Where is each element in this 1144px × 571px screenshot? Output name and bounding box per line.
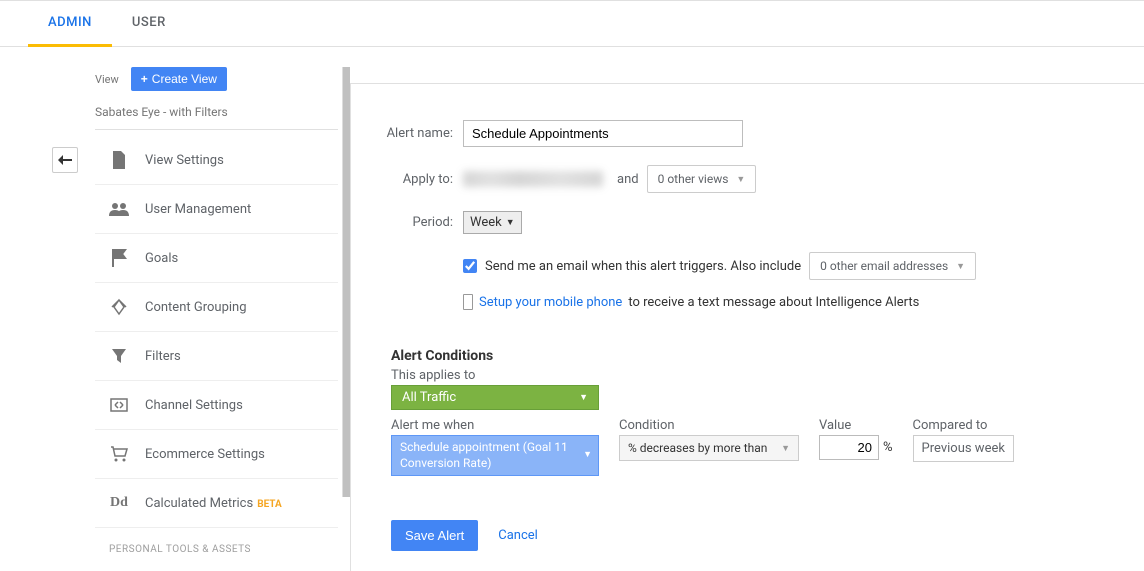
create-view-label: Create View <box>152 72 217 86</box>
condition-label: Condition <box>619 418 799 433</box>
channel-icon <box>109 395 129 415</box>
alert-form: Alert name: Apply to: and 0 other views … <box>350 83 1144 571</box>
caret-down-icon: ▼ <box>736 174 745 185</box>
compared-to-label: Compared to <box>913 418 1014 433</box>
back-arrow-icon <box>58 155 72 165</box>
nav-ecommerce-settings[interactable]: Ecommerce Settings <box>95 430 338 479</box>
nav-label: Ecommerce Settings <box>145 447 265 462</box>
nav-label: Channel Settings <box>145 398 243 413</box>
grouping-icon <box>109 297 129 317</box>
sidebar: View + Create View Sabates Eye - with Fi… <box>0 47 350 571</box>
setup-mobile-link[interactable]: Setup your mobile phone <box>479 295 622 310</box>
period-label: Period: <box>371 215 453 230</box>
period-value: Week <box>470 215 502 230</box>
percent-sign: % <box>883 440 893 455</box>
condition-value: % decreases by more than <box>628 441 767 455</box>
back-button[interactable] <box>52 147 78 173</box>
create-view-button[interactable]: + Create View <box>131 67 227 91</box>
nav-label: User Management <box>145 202 251 217</box>
caret-down-icon: ▼ <box>506 217 515 228</box>
phone-icon <box>463 294 473 310</box>
scrollbar[interactable] <box>342 67 350 497</box>
nav-label: Filters <box>145 349 181 364</box>
dd-icon: Dd <box>109 493 129 513</box>
value-label: Value <box>819 418 893 433</box>
save-alert-button[interactable]: Save Alert <box>391 520 478 551</box>
nav-channel-settings[interactable]: Channel Settings <box>95 381 338 430</box>
nav-goals[interactable]: Goals <box>95 234 338 283</box>
apply-to-label: Apply to: <box>371 172 453 187</box>
nav-label: Calculated MetricsBETA <box>145 496 282 511</box>
other-emails-dropdown[interactable]: 0 other email addresses ▼ <box>809 252 976 280</box>
caret-down-icon: ▼ <box>956 261 965 272</box>
tab-user[interactable]: USER <box>112 1 186 46</box>
email-checkbox-label: Send me an email when this alert trigger… <box>485 259 801 274</box>
page-icon <box>109 150 129 170</box>
nav-content-grouping[interactable]: Content Grouping <box>95 283 338 332</box>
period-select[interactable]: Week ▼ <box>463 211 522 234</box>
cart-icon <box>109 444 129 464</box>
tab-admin[interactable]: ADMIN <box>28 1 112 47</box>
metric-select[interactable]: Schedule appointment (Goal 11 Conversion… <box>391 435 599 476</box>
plus-icon: + <box>141 72 148 86</box>
email-checkbox[interactable] <box>463 259 477 273</box>
alert-when-label: Alert me when <box>391 418 599 433</box>
other-views-dropdown[interactable]: 0 other views ▼ <box>647 165 757 193</box>
apply-to-and: and <box>617 172 639 187</box>
metric-value: Schedule appointment (Goal 11 Conversion… <box>400 440 590 471</box>
conditions-title: Alert Conditions <box>391 348 1116 364</box>
nav-user-management[interactable]: User Management <box>95 185 338 234</box>
admin-tabs: ADMIN USER <box>0 1 1144 47</box>
view-label: View <box>95 73 119 86</box>
nav-label: View Settings <box>145 153 224 168</box>
alert-name-input[interactable] <box>463 120 743 147</box>
nav-label: Goals <box>145 251 178 266</box>
apply-to-view-name <box>463 171 603 187</box>
nav-filters[interactable]: Filters <box>95 332 338 381</box>
value-input[interactable] <box>819 435 879 460</box>
nav-view-settings[interactable]: View Settings <box>95 136 338 185</box>
mobile-text-rest: to receive a text message about Intellig… <box>628 295 919 310</box>
applies-to-value: All Traffic <box>402 390 456 405</box>
other-views-label: 0 other views <box>658 172 729 186</box>
applies-to-select[interactable]: All Traffic ▼ <box>391 385 599 410</box>
nav-calculated-metrics[interactable]: Dd Calculated MetricsBETA <box>95 479 338 528</box>
section-heading: PERSONAL TOOLS & ASSETS <box>95 528 338 559</box>
other-emails-label: 0 other email addresses <box>820 259 948 273</box>
nav-label: Content Grouping <box>145 300 247 315</box>
alert-name-label: Alert name: <box>371 126 453 141</box>
caret-down-icon: ▼ <box>781 443 790 454</box>
flag-icon <box>109 248 129 268</box>
compared-to-box: Previous week <box>913 435 1014 462</box>
condition-select[interactable]: % decreases by more than ▼ <box>619 435 799 461</box>
applies-to-label: This applies to <box>391 368 1116 383</box>
caret-down-icon: ▼ <box>579 392 588 403</box>
cancel-link[interactable]: Cancel <box>498 528 538 543</box>
caret-down-icon: ▼ <box>583 450 592 462</box>
view-name[interactable]: Sabates Eye - with Filters <box>95 99 338 130</box>
users-icon <box>109 199 129 219</box>
funnel-icon <box>109 346 129 366</box>
